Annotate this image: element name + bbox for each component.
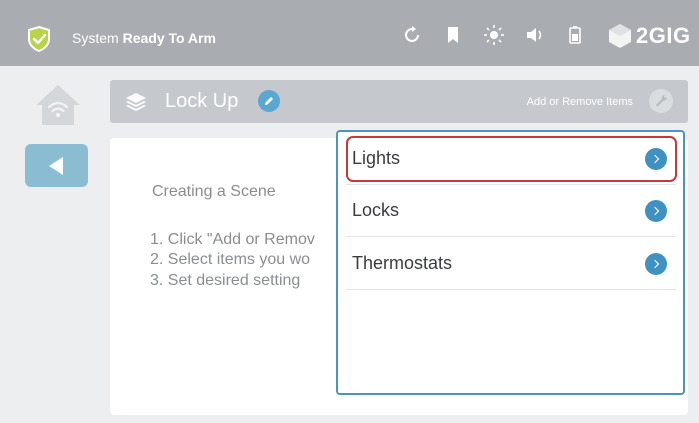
home-wifi-icon[interactable] xyxy=(32,81,84,129)
add-remove-items-dropdown: Lights Locks Thermostats xyxy=(336,130,685,395)
dropdown-item-label: Thermostats xyxy=(352,253,453,273)
status-value: Ready To Arm xyxy=(122,30,216,46)
battery-icon[interactable] xyxy=(564,24,586,46)
divider xyxy=(346,289,676,290)
brand-name: 2GIG xyxy=(636,23,691,48)
chevron-right-icon xyxy=(645,253,667,275)
scene-title: Lock Up xyxy=(165,90,239,112)
divider xyxy=(346,236,676,237)
arm-status-text[interactable]: System Ready To Arm xyxy=(72,30,216,46)
brightness-icon[interactable] xyxy=(483,24,505,46)
cube-logo-icon xyxy=(609,24,631,48)
bookmark-icon[interactable] xyxy=(442,24,464,46)
dropdown-item-label: Lights xyxy=(352,148,401,168)
dropdown-item-thermostats[interactable]: Thermostats xyxy=(346,241,677,287)
dropdown-item-label: Locks xyxy=(352,200,400,220)
layers-icon xyxy=(126,93,146,111)
edit-pencil-icon[interactable] xyxy=(258,90,280,112)
wrench-glyph xyxy=(656,94,668,107)
status-prefix: System xyxy=(72,30,123,46)
add-remove-items-label[interactable]: Add or Remove Items xyxy=(527,96,633,108)
instructions-title: Creating a Scene xyxy=(152,183,276,200)
instruction-step-3: 3. Set desired setting xyxy=(150,272,301,289)
pencil-glyph xyxy=(265,97,273,105)
volume-icon[interactable] xyxy=(524,24,546,46)
back-arrow-icon xyxy=(49,157,63,175)
divider xyxy=(346,184,676,185)
dropdown-item-locks[interactable]: Locks xyxy=(346,188,677,234)
back-button[interactable] xyxy=(25,144,88,187)
scene-header: Lock Up Add or Remove Items xyxy=(110,80,688,123)
status-bar: System Ready To Arm 2GIG xyxy=(0,0,699,66)
refresh-icon[interactable] xyxy=(401,24,423,46)
dropdown-item-lights[interactable]: Lights xyxy=(346,136,677,182)
chevron-right-icon xyxy=(645,200,667,222)
instruction-step-1: 1. Click "Add or Remov xyxy=(150,231,315,248)
instruction-step-2: 2. Select items you wo xyxy=(150,251,311,268)
add-remove-items-icon[interactable] xyxy=(649,89,673,113)
brand-logo: 2GIG xyxy=(606,20,699,52)
chevron-right-icon xyxy=(645,148,667,170)
shield-icon[interactable] xyxy=(26,25,52,53)
